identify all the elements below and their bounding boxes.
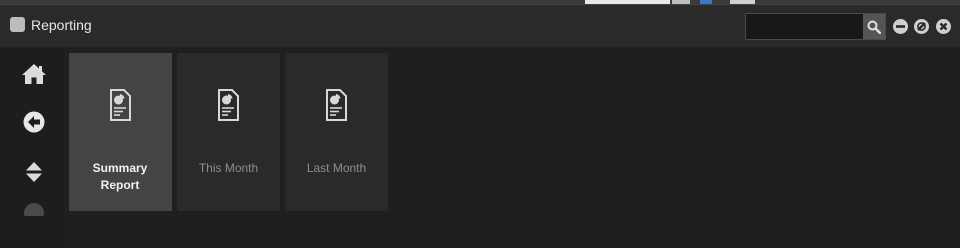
tile-label: This Month [198,161,259,175]
sort-updown-icon [26,162,42,182]
sidebar [0,48,64,248]
reporting-window: Reporting Summary Report This Month Last… [0,4,960,248]
home-icon [22,64,46,84]
search-icon [867,20,881,34]
report-document-icon [110,89,131,121]
back-button[interactable] [18,106,50,138]
tile-summary-report[interactable]: Summary Report [69,53,172,211]
search-button[interactable] [863,14,885,39]
tile-label: Summary Report [92,161,148,192]
title-bar: Reporting [0,5,960,47]
expand-collapse-button[interactable] [18,156,50,188]
more-button[interactable] [18,202,50,216]
tile-last-month[interactable]: Last Month [285,53,388,211]
window-app-icon [10,17,25,32]
restore-icon [917,22,926,31]
close-icon [939,22,948,31]
tile-this-month[interactable]: This Month [177,53,280,211]
restore-button[interactable] [914,19,929,34]
search-box [745,13,886,40]
report-document-icon [218,89,239,121]
search-input[interactable] [746,14,864,39]
minimize-button[interactable] [893,19,908,34]
back-arrow-icon [23,111,45,133]
more-icon [24,203,44,216]
close-button[interactable] [936,19,951,34]
minimize-icon [896,25,905,28]
tile-label: Last Month [306,161,367,175]
home-button[interactable] [18,58,50,90]
window-title: Reporting [31,17,92,33]
report-document-icon [326,89,347,121]
reports-panel: Summary Report This Month Last Month [64,48,960,248]
